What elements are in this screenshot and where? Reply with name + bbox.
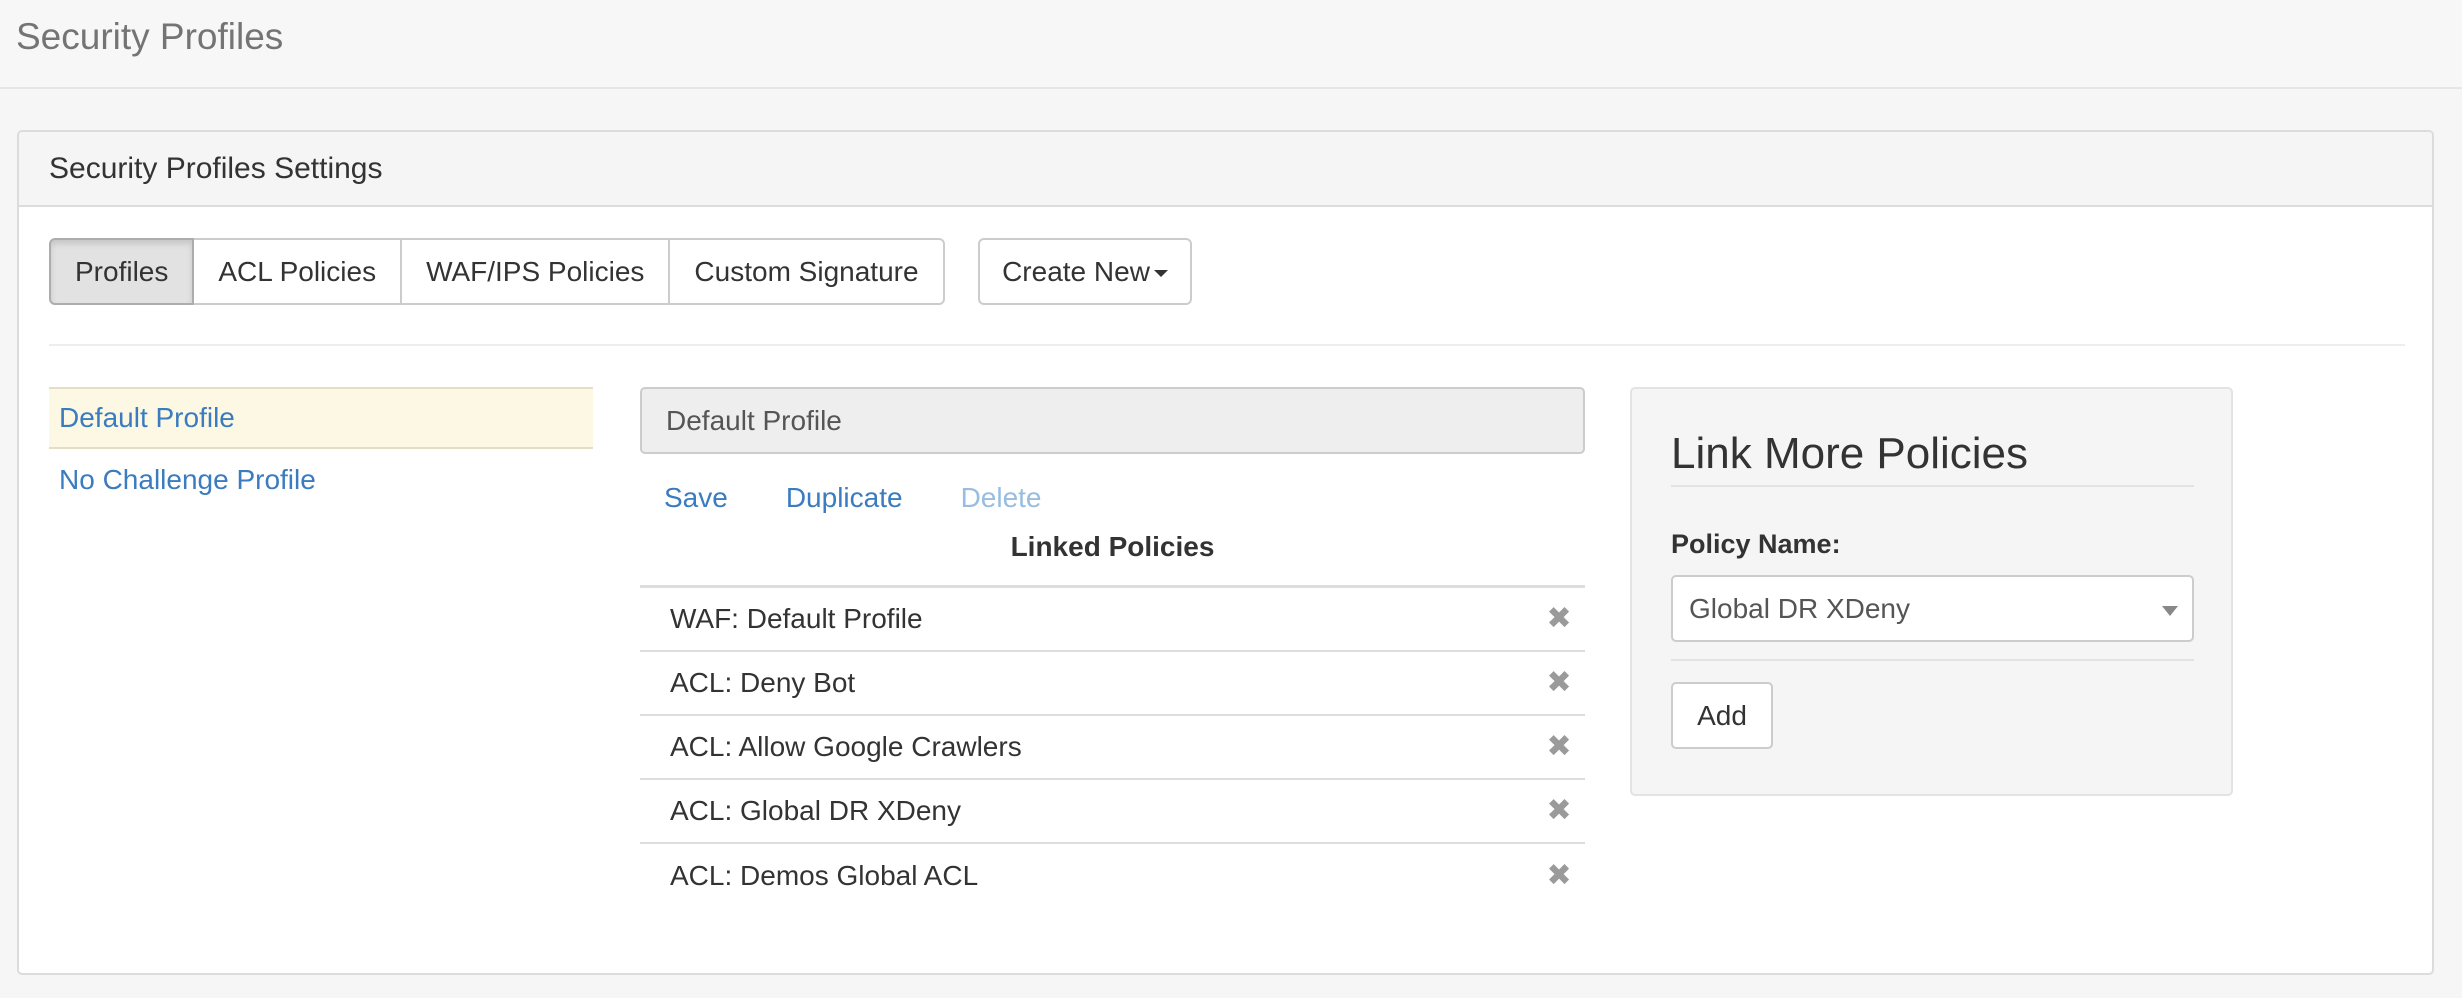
divider [1671, 659, 2194, 661]
profile-actions: Save Duplicate Delete [640, 468, 1076, 528]
policy-name-label: Policy Name: [1671, 529, 1841, 559]
table-row: ACL: Allow Google Crawlers ✖ [640, 716, 1585, 780]
profile-item-default[interactable]: Default Profile [49, 387, 593, 449]
tab-custom-signature[interactable]: Custom Signature [668, 238, 945, 305]
close-icon[interactable]: ✖ [1546, 604, 1571, 634]
linked-policy-label: WAF: Default Profile [670, 603, 923, 634]
page-header: Security Profiles [0, 0, 2462, 89]
delete-button[interactable]: Delete [937, 482, 1066, 514]
tab-group: Profiles ACL Policies WAF/IPS Policies C… [49, 238, 945, 305]
linked-policy-label: ACL: Deny Bot [670, 667, 856, 698]
linked-policies-heading: Linked Policies [1010, 531, 1215, 562]
chevron-down-icon [2162, 606, 2178, 616]
tab-acl-policies[interactable]: ACL Policies [192, 238, 403, 305]
divider [49, 344, 2405, 346]
linked-policies-table: WAF: Default Profile ✖ ACL: Deny Bot ✖ A… [640, 585, 1585, 908]
linked-policy-label: ACL: Demos Global ACL [670, 860, 979, 891]
add-button[interactable]: Add [1671, 682, 1773, 749]
create-new-button[interactable]: Create New [978, 238, 1192, 305]
divider [1671, 485, 2194, 487]
close-icon[interactable]: ✖ [1546, 861, 1571, 891]
linked-policy-label: ACL: Global DR XDeny [670, 795, 962, 826]
linked-policy-label: ACL: Allow Google Crawlers [670, 731, 1022, 762]
policy-name-value: Global DR XDeny [1689, 592, 1910, 624]
table-row: ACL: Global DR XDeny ✖ [640, 780, 1585, 844]
save-button[interactable]: Save [640, 482, 752, 514]
link-more-title: Link More Policies [1671, 429, 2029, 478]
panel-heading: Security Profiles Settings [19, 132, 2432, 207]
duplicate-button[interactable]: Duplicate [762, 482, 927, 514]
create-new-label: Create New [1002, 255, 1150, 287]
close-icon[interactable]: ✖ [1546, 668, 1571, 698]
link-more-policies-panel: Link More Policies Policy Name: Global D… [1630, 387, 2233, 796]
profile-name-field[interactable]: Default Profile [640, 387, 1585, 454]
panel-title: Security Profiles Settings [49, 152, 383, 185]
settings-panel: Security Profiles Settings Profiles ACL … [17, 130, 2434, 975]
tab-waf-ips-policies[interactable]: WAF/IPS Policies [400, 238, 671, 305]
table-row: ACL: Demos Global ACL ✖ [640, 844, 1585, 908]
close-icon[interactable]: ✖ [1546, 732, 1571, 762]
page-title: Security Profiles [16, 16, 284, 57]
caret-down-icon [1153, 269, 1168, 277]
close-icon[interactable]: ✖ [1546, 796, 1571, 826]
profile-item-no-challenge[interactable]: No Challenge Profile [49, 449, 593, 511]
table-row: WAF: Default Profile ✖ [640, 588, 1585, 652]
table-row: ACL: Deny Bot ✖ [640, 652, 1585, 716]
tab-profiles[interactable]: Profiles [49, 238, 195, 305]
policy-name-select[interactable]: Global DR XDeny [1671, 575, 2194, 642]
profile-list: Default Profile No Challenge Profile [49, 387, 593, 511]
